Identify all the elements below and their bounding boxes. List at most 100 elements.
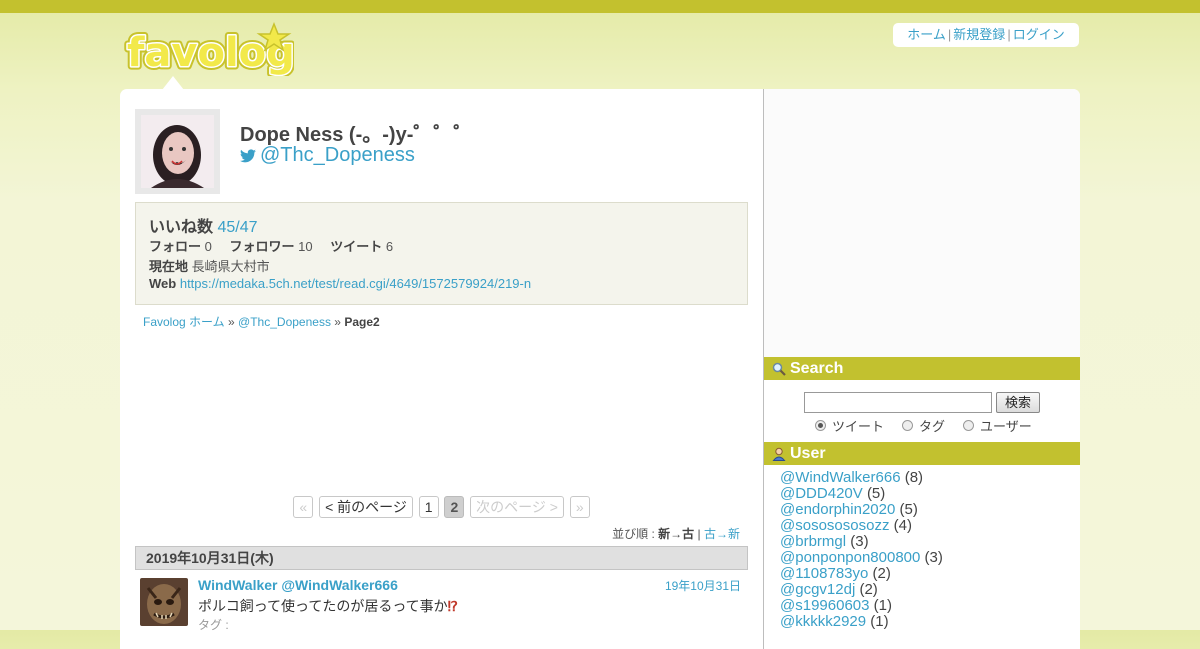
user-like-count: (4) [893, 517, 912, 534]
list-item: @sososososozz (4) [780, 518, 943, 534]
tweet-author-avatar[interactable] [140, 578, 188, 626]
radio-label: ユーザー [980, 419, 1032, 434]
list-item: @WindWalker666 (8) [780, 470, 943, 486]
nav-login-link[interactable]: ログイン [1013, 27, 1065, 42]
search-type-tag-radio[interactable]: タグ [902, 416, 945, 435]
user-widget-header: User [764, 442, 1080, 465]
search-type-tweet-radio[interactable]: ツイート [815, 416, 884, 435]
nav-home-link[interactable]: ホーム [907, 27, 946, 42]
radio-icon [902, 420, 914, 431]
breadcrumb-current: Page2 [344, 315, 380, 329]
profile-stats-box: いいね数 45/47 フォロー 0 フォロワー 10 ツイート 6 現在地 長崎… [135, 202, 748, 305]
top-users-list: @WindWalker666 (8) @DDD420V (5) @endorph… [780, 470, 943, 630]
follower-value: 10 [298, 239, 313, 254]
logo-pointer [162, 76, 184, 90]
user-like-count: (8) [904, 469, 924, 486]
profile-handle-text: @Thc_Dopeness [260, 144, 415, 166]
breadcrumb-user-link[interactable]: @Thc_Dopeness [238, 315, 331, 329]
breadcrumb-separator: » [228, 315, 235, 329]
search-type-user-radio[interactable]: ユーザー [963, 416, 1032, 435]
radio-icon [963, 420, 975, 431]
sort-label: 並び順 : [612, 527, 655, 541]
location-value: 長崎県大村市 [191, 259, 270, 274]
web-link[interactable]: https://medaka.5ch.net/test/read.cgi/464… [180, 276, 531, 291]
list-item: @s19960603 (1) [780, 598, 943, 614]
user-handle-link[interactable]: @s19960603 [780, 597, 869, 614]
exclamation-question-icon: ⁉ [447, 598, 458, 614]
date-header: 2019年10月31日(木) [135, 546, 748, 570]
list-item: @1108783yo (2) [780, 566, 943, 582]
content-container: Dope Ness (-。-)y-゜゜゜ @Thc_Dopeness いいね数 … [120, 89, 1080, 649]
profile-avatar-frame [135, 109, 220, 194]
web-label: Web [149, 276, 177, 291]
pager-prev-button[interactable]: < 前のページ [319, 496, 413, 518]
nav-separator: | [1007, 27, 1011, 42]
user-handle-link[interactable]: @1108783yo [780, 565, 868, 582]
pager-page-1[interactable]: 1 [418, 496, 439, 518]
likes-label: いいね数 [149, 219, 214, 236]
list-item: @endorphin2020 (5) [780, 502, 943, 518]
pager-first-button[interactable]: « [293, 496, 314, 518]
user-handle-link[interactable]: @endorphin2020 [780, 501, 895, 518]
list-item: @kkkkk2929 (1) [780, 614, 943, 630]
breadcrumb: Favolog ホーム » @Thc_Dopeness » Page2 [143, 313, 380, 330]
search-input[interactable] [804, 392, 992, 413]
sidebar-ad-space [764, 89, 1080, 357]
search-type-options: ツイート タグ ユーザー [815, 416, 1050, 435]
nav-separator: | [947, 27, 952, 42]
sort-oldest-first-link[interactable]: 古→新 [704, 527, 740, 541]
profile-avatar[interactable] [141, 115, 214, 188]
top-bar [0, 0, 1200, 13]
user-handle-link[interactable]: @WindWalker666 [780, 469, 901, 486]
sort-active: 新→古 [658, 527, 695, 541]
magnifier-icon [772, 362, 786, 376]
user-like-count: (2) [872, 565, 891, 582]
tweet-text: ポルコ飼って使ってたのが居るって事か⁉ [198, 596, 458, 616]
user-handle-link[interactable]: @sososososozz [780, 517, 889, 534]
location-label: 現在地 [149, 259, 189, 274]
pager-last-button[interactable]: » [569, 496, 590, 518]
list-item: @gcgv12dj (2) [780, 582, 943, 598]
search-widget-title: Search [790, 360, 844, 377]
list-item: @brbrmgl (3) [780, 534, 943, 550]
user-like-count: (3) [850, 533, 869, 550]
user-widget-title: User [790, 445, 826, 462]
tweet-count-label: ツイート [330, 239, 383, 254]
user-like-count: (3) [924, 549, 943, 566]
user-icon [772, 447, 786, 461]
breadcrumb-home-link[interactable]: Favolog ホーム [143, 315, 225, 329]
user-handle-link[interactable]: @brbrmgl [780, 533, 846, 550]
user-handle-link[interactable]: @DDD420V [780, 485, 863, 502]
likes-value: 45/47 [217, 219, 258, 236]
twitter-bird-icon [240, 148, 256, 163]
top-nav: ホーム | 新規登録 | ログイン [893, 23, 1079, 47]
profile-name: Dope Ness (-。-)y-゜゜゜ [240, 124, 474, 146]
tweet-count-value: 6 [385, 239, 394, 254]
user-handle-link[interactable]: @gcgv12dj [780, 581, 855, 598]
profile-handle-link[interactable]: @Thc_Dopeness [240, 144, 415, 167]
pagination: « < 前のページ 1 2 次のページ > » [120, 496, 763, 518]
location-row: 現在地 長崎県大村市 [149, 256, 270, 275]
user-handle-link[interactable]: @kkkkk2929 [780, 613, 866, 630]
follow-stats-row: フォロー 0 フォロワー 10 ツイート 6 [149, 236, 393, 255]
pager-page-2-current: 2 [444, 496, 465, 518]
favolog-logo[interactable]: favolog favolog favolog [124, 22, 294, 76]
radio-label: ツイート [832, 419, 885, 434]
list-item: @ponponpon800800 (3) [780, 550, 943, 566]
user-like-count: (1) [870, 613, 889, 630]
sidebar: Search 検索 ツイート タグ ユーザー User @WindWalker6… [764, 89, 1080, 649]
tweet-author-link[interactable]: WindWalker @WindWalker666 [198, 577, 398, 593]
user-like-count: (2) [859, 581, 878, 598]
pager-next-button[interactable]: 次のページ > [470, 496, 564, 518]
follow-label: フォロー [149, 239, 202, 254]
search-button[interactable]: 検索 [996, 392, 1040, 413]
search-widget-header: Search [764, 357, 1080, 380]
sort-order: 並び順 : 新→古 | 古→新 [612, 525, 740, 542]
nav-register-link[interactable]: 新規登録 [953, 27, 1005, 42]
user-like-count: (5) [866, 485, 886, 502]
web-row: Web https://medaka.5ch.net/test/read.cgi… [149, 276, 531, 291]
user-handle-link[interactable]: @ponponpon800800 [780, 549, 920, 566]
tweet-timestamp-link[interactable]: 19年10月31日 [665, 577, 741, 594]
tweet-body: ポルコ飼って使ってたのが居るって事か [198, 598, 448, 614]
follower-label: フォロワー [229, 239, 295, 254]
